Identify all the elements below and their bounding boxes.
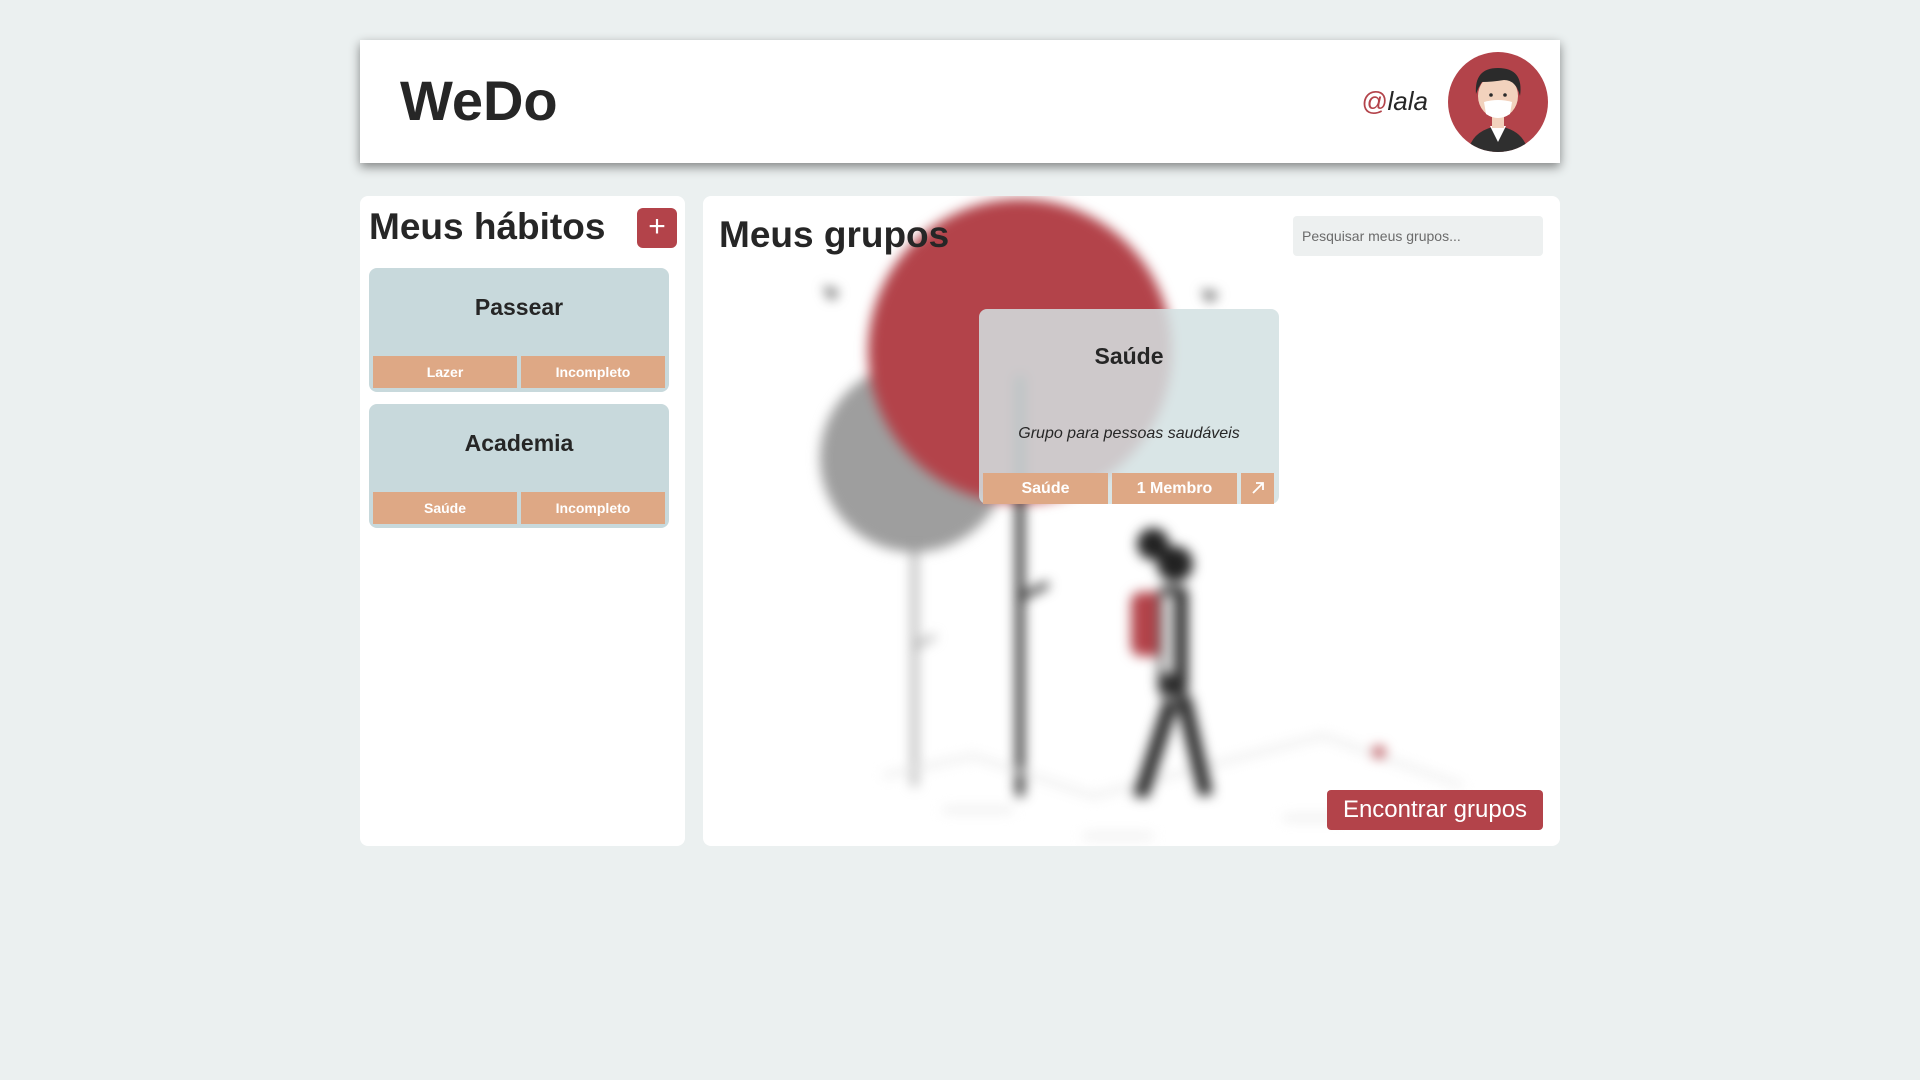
arrow-up-right-icon: [1251, 482, 1264, 494]
group-description: Grupo para pessoas saudáveis: [1018, 425, 1240, 442]
habits-title: Meus hábitos: [369, 206, 606, 247]
at-symbol: @: [1361, 86, 1388, 116]
group-card[interactable]: Saúde Grupo para pessoas saudáveis Saúde…: [979, 309, 1279, 504]
group-category-tag: Saúde: [983, 473, 1108, 504]
habit-category-tag: Lazer: [373, 356, 517, 388]
add-habit-button[interactable]: +: [637, 208, 677, 248]
habit-category-tag: Saúde: [373, 492, 517, 524]
group-members-tag: 1 Membro: [1112, 473, 1237, 504]
open-group-button[interactable]: [1241, 473, 1274, 504]
app-logo: WeDo: [400, 69, 558, 132]
groups-panel: Meus grupos Saúde Grupo para pessoas sau…: [703, 196, 1560, 846]
user-avatar[interactable]: [1448, 52, 1548, 152]
find-groups-button[interactable]: Encontrar grupos: [1327, 790, 1543, 830]
background-illustration: [820, 199, 1464, 838]
app-header: WeDo @lala: [360, 40, 1560, 163]
search-groups-input[interactable]: [1293, 216, 1543, 256]
username-text: lala: [1387, 86, 1428, 116]
habit-card[interactable]: Passear Lazer Incompleto: [369, 268, 669, 392]
habit-status-button[interactable]: Incompleto: [521, 492, 665, 524]
habits-panel: Meus hábitos + Passear Lazer Incompleto …: [360, 196, 685, 846]
group-name: Saúde: [1094, 343, 1164, 369]
avatar-illustration: [1468, 68, 1528, 152]
username-label: @lala: [1361, 86, 1428, 117]
habit-status-button[interactable]: Incompleto: [521, 356, 665, 388]
habit-name: Passear: [474, 294, 564, 320]
plus-icon: +: [648, 210, 666, 243]
groups-title: Meus grupos: [719, 214, 950, 255]
habit-card[interactable]: Academia Saúde Incompleto: [369, 404, 669, 528]
habit-name: Academia: [464, 430, 574, 456]
